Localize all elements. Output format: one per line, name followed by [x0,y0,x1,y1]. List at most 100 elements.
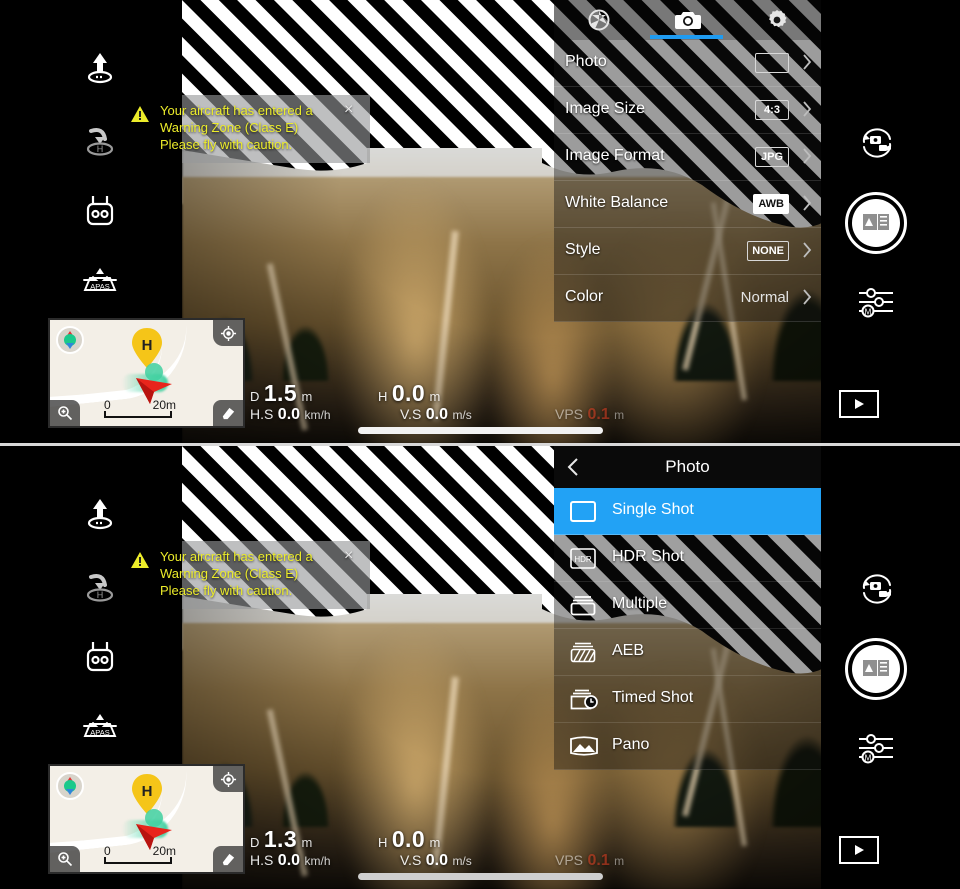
photo-mode-label: AEB [612,642,645,659]
tab-camera[interactable] [643,0,732,40]
setting-value-badge: 4:3 [755,100,789,120]
minimap[interactable]: H 0 20m [48,318,245,428]
camera-icon [674,12,701,29]
drone-app-panel-camera-settings: H APAS Your aircraft has entered a Warni… [0,0,960,443]
tab-general-settings[interactable] [732,0,821,40]
setting-label: Style [565,241,601,258]
timed-shot-icon [570,689,598,710]
chevron-right-icon [803,100,812,118]
setting-label: Photo [565,53,607,70]
photo-mode-timed-shot[interactable]: Timed Shot [554,676,821,723]
setting-row-white-balance[interactable]: White Balance AWB [554,181,821,228]
camera-settings-panel: Photo Image Size 4:3 Image Format JPG Wh… [554,0,821,332]
minimap[interactable]: H 0 20m [48,764,245,874]
map-recenter-button[interactable] [213,320,243,346]
map-scale-max: 20m [152,844,176,858]
telemetry-vertical-speed: V.S 0.0 m/s [400,406,472,423]
setting-row-color[interactable]: Color Normal [554,275,821,322]
photo-video-toggle[interactable] [857,126,897,165]
photo-mode-header: Photo [554,446,821,488]
warning-close-icon[interactable]: × [344,102,353,118]
hdr-shot-icon: HDR [570,548,596,569]
map-erase-button[interactable] [213,400,243,426]
setting-value-badge: NONE [747,241,789,261]
photo-video-toggle[interactable] [857,572,897,611]
photo-mode-pano[interactable]: Pano [554,723,821,770]
svg-text:M: M [865,754,872,763]
map-scale-max: 20m [152,398,176,412]
warning-triangle-icon [130,104,150,124]
telemetry-vps: VPS 0.1 m [555,852,625,869]
telemetry-vps: VPS 0.1 m [555,406,625,423]
home-indicator-bar [358,873,603,880]
photo-mode-label: Pano [612,736,650,753]
photo-mode-aeb[interactable]: AEB [554,629,821,676]
play-icon [855,399,864,409]
svg-text:H: H [97,590,104,600]
chevron-right-icon [803,241,812,259]
remote-controller-button[interactable] [78,188,122,232]
home-marker-label: H [142,337,153,354]
setting-value-text: Normal [740,289,789,306]
warning-message: Your aircraft has entered a Warning Zone… [160,103,313,152]
drone-app-panel-photo-modes: H APAS Your aircraft has entered a Warni… [0,446,960,889]
camera-settings-rows: Photo Image Size 4:3 Image Format JPG Wh… [554,40,821,332]
setting-row-image-format[interactable]: Image Format JPG [554,134,821,181]
tab-exposure[interactable] [554,0,643,40]
takeoff-button[interactable] [78,492,122,536]
telemetry-horizontal-speed: H.S 0.0 km/h [250,406,331,423]
playback-button[interactable] [839,390,879,418]
photo-mode-single-shot[interactable]: Single Shot [554,488,821,535]
home-marker-label: H [142,783,153,800]
photo-mode-label: HDR Shot [612,548,685,565]
setting-label: Image Size [565,100,646,117]
playback-button[interactable] [839,836,879,864]
chevron-right-icon [803,53,812,71]
map-zoom-button[interactable] [50,846,80,872]
apas-button[interactable]: APAS [78,258,122,302]
return-to-home-button[interactable]: H [78,564,122,608]
right-tool-rail: M [821,446,960,889]
map-recenter-button[interactable] [213,766,243,792]
manual-settings-button[interactable]: M [857,286,895,323]
telemetry-vertical-speed: V.S 0.0 m/s [400,852,472,869]
photo-mode-hdr-shot[interactable]: HDR HDR Shot [554,535,821,582]
telemetry-bar: D 1.5 m H 0.0 m H.S 0.0 km/h V.S 0.0 m/s… [250,378,670,428]
photo-mode-label: Multiple [612,595,668,612]
shutter-button[interactable] [845,192,907,254]
map-erase-button[interactable] [213,846,243,872]
manual-settings-button[interactable]: M [857,732,895,769]
gps-pin-icon [56,772,84,800]
setting-row-photo[interactable]: Photo [554,40,821,87]
setting-row-style[interactable]: Style NONE [554,228,821,275]
apas-label: APAS [90,728,109,737]
active-tab-underline [650,35,723,39]
apas-button[interactable]: APAS [78,704,122,748]
map-zoom-button[interactable] [50,400,80,426]
right-tool-rail: M [821,0,960,443]
chevron-right-icon [803,147,812,165]
setting-label: White Balance [565,194,669,211]
setting-row-image-size[interactable]: Image Size 4:3 [554,87,821,134]
map-scale: 0 20m [104,398,176,420]
photo-mode-panel: Photo Single Shot HDR HDR Shot Multiple … [554,446,821,776]
telemetry-horizontal-speed: H.S 0.0 km/h [250,852,331,869]
return-to-home-button[interactable]: H [78,118,122,162]
takeoff-button[interactable] [78,46,122,90]
svg-text:H: H [97,144,104,154]
map-scale-bar [104,857,172,864]
setting-label: Image Format [565,147,665,164]
photo-mode-label: Timed Shot [612,689,694,706]
photo-mode-multiple[interactable]: Multiple [554,582,821,629]
chevron-right-icon [803,194,812,212]
gps-pin-icon [56,326,84,354]
camera-settings-tabs [554,0,821,40]
multiple-shot-icon [570,595,596,616]
aeb-icon [570,642,596,663]
warning-close-icon[interactable]: × [344,548,353,564]
remote-controller-button[interactable] [78,634,122,678]
play-icon [855,845,864,855]
shutter-button[interactable] [845,638,907,700]
setting-value-badge: AWB [753,194,789,214]
telemetry-bar: D 1.3 m H 0.0 m H.S 0.0 km/h V.S 0.0 m/s… [250,824,670,874]
